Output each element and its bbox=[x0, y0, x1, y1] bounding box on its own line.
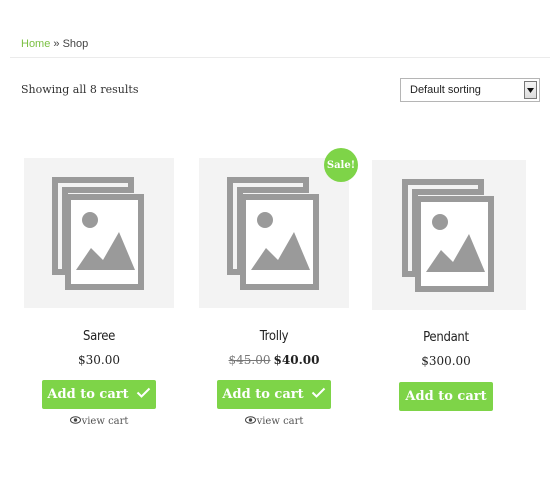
breadcrumb-home-link[interactable]: Home bbox=[21, 38, 50, 50]
eye-icon bbox=[69, 416, 81, 427]
image-placeholder-icon bbox=[227, 177, 319, 290]
checkmark-icon bbox=[311, 387, 326, 402]
breadcrumb: Home » Shop bbox=[21, 38, 88, 50]
price-current: $300.00 bbox=[421, 354, 471, 368]
image-placeholder-icon bbox=[52, 177, 144, 290]
price-current: $30.00 bbox=[78, 353, 120, 367]
product-title[interactable]: Saree bbox=[24, 329, 174, 344]
view-cart-link[interactable]: view cart bbox=[199, 416, 349, 427]
product-image[interactable] bbox=[24, 158, 174, 308]
checkmark-icon bbox=[136, 387, 151, 402]
product-title[interactable]: Trolly bbox=[199, 329, 349, 344]
add-to-cart-label: Add to cart bbox=[405, 389, 487, 404]
image-placeholder-icon bbox=[402, 179, 494, 292]
price-current: $40.00 bbox=[273, 353, 320, 367]
add-to-cart-button[interactable]: Add to cart bbox=[42, 380, 156, 409]
add-to-cart-label: Add to cart bbox=[47, 387, 129, 402]
breadcrumb-current: Shop bbox=[62, 38, 89, 50]
sale-badge: Sale! bbox=[324, 148, 358, 182]
product-price: $300.00 bbox=[372, 354, 520, 368]
dropdown-arrow-icon[interactable] bbox=[524, 81, 537, 99]
breadcrumb-divider bbox=[10, 57, 550, 58]
product-image[interactable] bbox=[199, 158, 349, 308]
sorting-select[interactable]: Default sorting bbox=[400, 78, 540, 102]
add-to-cart-label: Add to cart bbox=[222, 387, 304, 402]
result-count: Showing all 8 results bbox=[21, 83, 139, 96]
product-image[interactable] bbox=[372, 160, 526, 310]
product-title[interactable]: Pendant bbox=[372, 330, 520, 345]
eye-icon bbox=[244, 416, 256, 427]
sorting-selected-value: Default sorting bbox=[410, 84, 481, 96]
product-price: $30.00 bbox=[24, 353, 174, 367]
view-cart-label: view cart bbox=[256, 416, 304, 427]
breadcrumb-separator: » bbox=[53, 38, 60, 50]
product-price: $45.00 $40.00 bbox=[199, 353, 349, 367]
add-to-cart-button[interactable]: Add to cart bbox=[399, 382, 493, 411]
price-original: $45.00 bbox=[228, 353, 271, 367]
view-cart-label: view cart bbox=[81, 416, 129, 427]
add-to-cart-button[interactable]: Add to cart bbox=[217, 380, 331, 409]
view-cart-link[interactable]: view cart bbox=[24, 416, 174, 427]
